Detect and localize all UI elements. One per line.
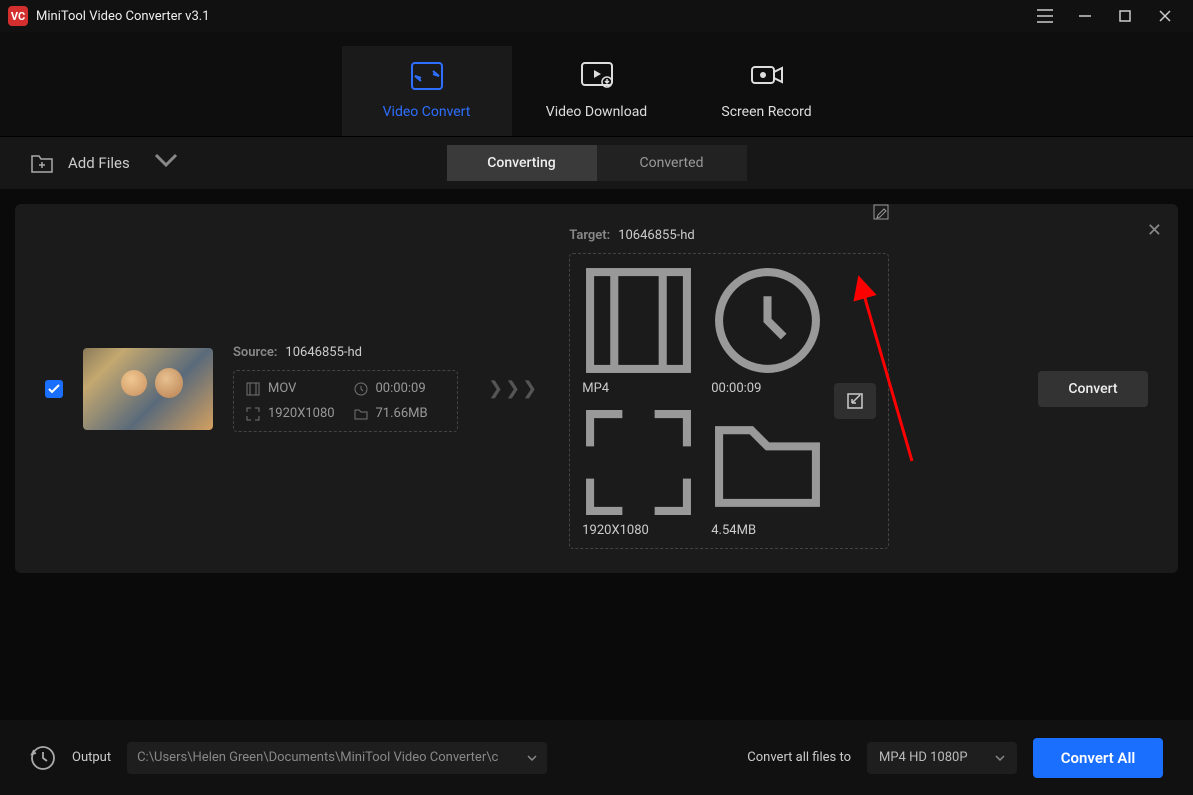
source-size: 71.66MB (376, 406, 428, 421)
convert-all-label: Convert all files to (747, 750, 851, 765)
target-info: Target: 10646855-hd MP4 00:00:09 1920X10… (569, 228, 889, 549)
preset-selector[interactable]: MP4 HD 1080P (867, 742, 1017, 774)
history-icon[interactable] (30, 745, 56, 771)
source-duration: 00:00:09 (376, 381, 426, 396)
target-duration: 00:00:09 (711, 381, 761, 396)
tab-screen-record[interactable]: Screen Record (682, 46, 852, 136)
sub-tabs: Converting Converted (447, 145, 747, 181)
menu-icon[interactable] (1025, 0, 1065, 32)
row-checkbox[interactable] (45, 380, 63, 398)
content-area: Source: 10646855-hd MOV 00:00:09 1920X10… (0, 189, 1193, 720)
convert-button[interactable]: Convert (1038, 371, 1148, 407)
output-path-selector[interactable]: C:\Users\Helen Green\Documents\MiniTool … (127, 742, 547, 774)
target-resolution: 1920X1080 (582, 523, 649, 538)
remove-row-icon[interactable]: ✕ (1147, 220, 1162, 241)
resolution-icon (246, 407, 260, 421)
tab-video-convert[interactable]: Video Convert (342, 46, 512, 136)
app-logo: VC (8, 6, 28, 26)
add-files-label: Add Files (68, 154, 130, 172)
source-name: 10646855-hd (285, 345, 362, 360)
subtab-converting[interactable]: Converting (447, 145, 597, 181)
chevron-down-icon (154, 150, 178, 176)
preset-value: MP4 HD 1080P (879, 750, 968, 765)
output-label: Output (72, 750, 111, 765)
title-bar: VC MiniTool Video Converter v3.1 (0, 0, 1193, 32)
video-thumbnail[interactable] (83, 348, 213, 430)
main-tabs: Video Convert Video Download Screen Reco… (0, 32, 1193, 137)
file-row: Source: 10646855-hd MOV 00:00:09 1920X10… (15, 204, 1178, 573)
maximize-icon[interactable] (1105, 0, 1145, 32)
clock-icon (354, 382, 368, 396)
tab-label: Video Convert (383, 104, 471, 120)
chevron-down-icon (995, 750, 1005, 765)
tab-label: Video Download (546, 104, 647, 120)
source-label: Source: (233, 345, 277, 360)
edit-icon[interactable] (873, 204, 889, 224)
target-format: MP4 (582, 381, 609, 396)
chevron-down-icon (527, 750, 537, 765)
add-files-button[interactable]: Add Files (30, 150, 178, 176)
footer: Output C:\Users\Helen Green\Documents\Mi… (0, 720, 1193, 795)
tab-label: Screen Record (721, 104, 811, 120)
source-resolution: 1920X1080 (268, 406, 335, 421)
arrows-icon: ❯❯❯ (478, 378, 549, 399)
convert-all-button[interactable]: Convert All (1033, 738, 1163, 778)
minimize-icon[interactable] (1065, 0, 1105, 32)
source-format: MOV (268, 381, 296, 396)
film-icon (246, 382, 260, 396)
target-size: 4.54MB (711, 523, 756, 538)
resolution-icon (582, 406, 695, 519)
app-title: MiniTool Video Converter v3.1 (36, 9, 210, 24)
target-settings-button[interactable] (834, 383, 876, 419)
close-icon[interactable] (1145, 0, 1185, 32)
folder-icon (354, 407, 368, 421)
tab-video-download[interactable]: Video Download (512, 46, 682, 136)
film-icon (582, 264, 695, 377)
output-path: C:\Users\Helen Green\Documents\MiniTool … (137, 750, 498, 765)
source-info: Source: 10646855-hd MOV 00:00:09 1920X10… (233, 345, 458, 432)
target-label: Target: (569, 228, 610, 243)
subtab-converted[interactable]: Converted (597, 145, 747, 181)
toolbar: Add Files Converting Converted (0, 137, 1193, 189)
folder-icon (711, 406, 824, 519)
target-name: 10646855-hd (618, 228, 695, 243)
clock-icon (711, 264, 824, 377)
